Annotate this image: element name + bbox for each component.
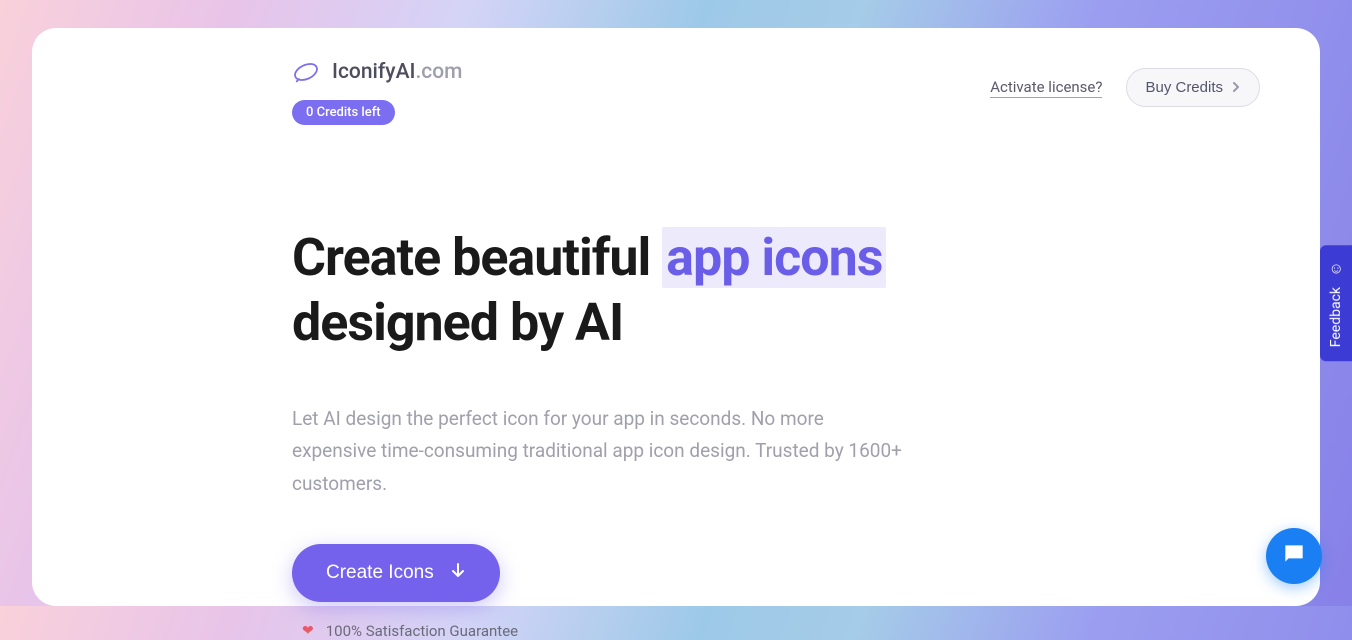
activate-license-link[interactable]: Activate license? [990,78,1102,98]
logo-icon [292,58,320,86]
arrow-down-icon [450,562,466,584]
buy-credits-label: Buy Credits [1145,79,1223,96]
feedback-tab[interactable]: Feedback ☺ [1320,245,1352,361]
main-card: IconifyAI.com 0 Credits left Activate li… [32,28,1320,606]
buy-credits-button[interactable]: Buy Credits [1126,68,1260,107]
logo-text: IconifyAI.com [332,60,462,84]
feedback-label: Feedback [1328,287,1344,347]
create-icons-label: Create Icons [326,562,434,584]
chevron-right-icon [1231,79,1241,96]
feedback-icon: ☺ [1328,259,1343,277]
chat-bubble-button[interactable] [1266,528,1322,584]
hero-subtitle: Let AI design the perfect icon for your … [292,403,912,500]
header: IconifyAI.com 0 Credits left Activate li… [32,58,1320,125]
logo[interactable]: IconifyAI.com [292,58,462,86]
chat-icon [1281,541,1307,571]
cta-row: Create Icons [292,544,1260,602]
heart-icon: ❤ [302,623,314,639]
hero-title: Create beautiful app icons designed by A… [292,225,1260,355]
hero-section: Create beautiful app icons designed by A… [32,125,1320,640]
header-left: IconifyAI.com 0 Credits left [292,58,462,125]
guarantee-text: 100% Satisfaction Guarantee [326,622,518,640]
credits-badge: 0 Credits left [292,100,395,125]
create-icons-button[interactable]: Create Icons [292,544,500,602]
header-right: Activate license? Buy Credits [990,58,1260,107]
guarantee-row: ❤ 100% Satisfaction Guarantee [292,622,1260,640]
